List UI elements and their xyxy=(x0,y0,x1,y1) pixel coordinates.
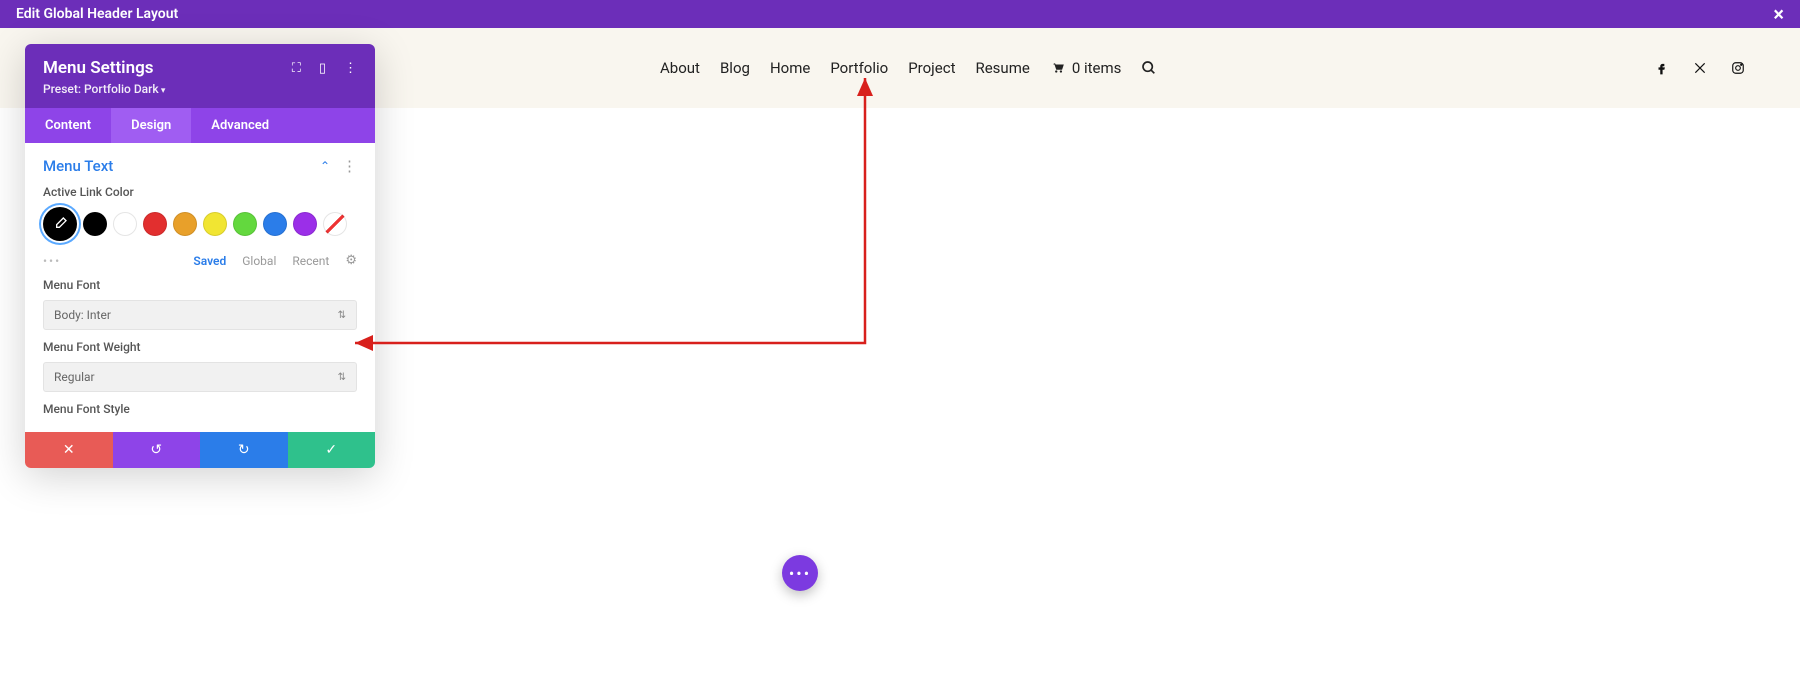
section-label: Menu Text xyxy=(43,157,113,175)
nav-item-blog[interactable]: Blog xyxy=(720,59,750,77)
nav-menu: About Blog Home Portfolio Project Resume… xyxy=(660,59,1157,77)
palette-tab-saved[interactable]: Saved xyxy=(193,254,226,268)
settings-panel: Menu Settings ⛶ ▯ ⋮ Preset: Portfolio Da… xyxy=(25,44,375,468)
panel-body: Menu Text ⌃ ⋮ Active Link Color ••• Save… xyxy=(25,143,375,432)
search-icon[interactable] xyxy=(1141,60,1157,76)
palette-tab-global[interactable]: Global xyxy=(242,254,276,268)
select-arrow-icon: ⇅ xyxy=(338,372,346,383)
drag-handle-icon[interactable]: ••• xyxy=(43,254,61,268)
undo-button[interactable]: ↺ xyxy=(113,432,201,468)
nav-item-about[interactable]: About xyxy=(660,59,700,77)
swatch-red[interactable] xyxy=(143,212,167,236)
nav-item-project[interactable]: Project xyxy=(908,59,955,77)
menu-font-weight-select[interactable]: Regular ⇅ xyxy=(43,362,357,392)
menu-font-weight-value: Regular xyxy=(54,370,95,384)
expand-icon[interactable]: ⛶ xyxy=(292,61,301,76)
swatch-purple[interactable] xyxy=(293,212,317,236)
chevron-up-icon[interactable]: ⌃ xyxy=(320,159,330,173)
tab-advanced[interactable]: Advanced xyxy=(191,108,289,143)
palette-tab-recent[interactable]: Recent xyxy=(292,254,329,268)
cart-link[interactable]: 0 items xyxy=(1050,59,1122,77)
cart-icon xyxy=(1050,61,1066,75)
top-bar: Edit Global Header Layout × xyxy=(0,0,1800,28)
palette-tabs: ••• Saved Global Recent ⚙ xyxy=(43,253,357,268)
label-active-link-color: Active Link Color xyxy=(43,185,357,199)
cancel-button[interactable]: ✕ xyxy=(25,432,113,468)
label-menu-font-style: Menu Font Style xyxy=(43,402,357,416)
x-icon[interactable] xyxy=(1693,61,1707,75)
more-icon[interactable]: ⋮ xyxy=(344,61,357,76)
swatch-blue[interactable] xyxy=(263,212,287,236)
preset-selector[interactable]: Preset: Portfolio Dark xyxy=(43,82,357,96)
columns-icon[interactable]: ▯ xyxy=(319,61,326,76)
floating-action-button[interactable]: ••• xyxy=(782,555,818,591)
cart-label: 0 items xyxy=(1072,59,1122,77)
nav-item-home[interactable]: Home xyxy=(770,59,810,77)
save-button[interactable]: ✓ xyxy=(288,432,376,468)
gear-icon[interactable]: ⚙ xyxy=(345,253,357,268)
panel-footer: ✕ ↺ ↻ ✓ xyxy=(25,432,375,468)
social-icons xyxy=(1655,61,1745,75)
close-icon[interactable]: × xyxy=(1773,4,1784,24)
swatch-black[interactable] xyxy=(83,212,107,236)
redo-button[interactable]: ↻ xyxy=(200,432,288,468)
section-more-icon[interactable]: ⋮ xyxy=(342,157,357,175)
section-menu-text[interactable]: Menu Text ⌃ ⋮ xyxy=(43,157,357,175)
color-swatches xyxy=(43,207,357,241)
swatch-transparent[interactable] xyxy=(323,212,347,236)
instagram-icon[interactable] xyxy=(1731,61,1745,75)
facebook-icon[interactable] xyxy=(1655,61,1669,75)
annotation-arrow xyxy=(330,68,890,358)
swatch-orange[interactable] xyxy=(173,212,197,236)
page-title: Edit Global Header Layout xyxy=(16,6,178,22)
nav-item-resume[interactable]: Resume xyxy=(975,59,1029,77)
select-arrow-icon: ⇅ xyxy=(338,310,346,321)
tab-content[interactable]: Content xyxy=(25,108,111,143)
swatch-yellow[interactable] xyxy=(203,212,227,236)
panel-title: Menu Settings xyxy=(43,58,154,78)
panel-tabs: Content Design Advanced xyxy=(25,108,375,143)
menu-font-value: Body: Inter xyxy=(54,308,111,322)
swatch-white[interactable] xyxy=(113,212,137,236)
label-menu-font: Menu Font xyxy=(43,278,357,292)
menu-font-select[interactable]: Body: Inter ⇅ xyxy=(43,300,357,330)
swatch-green[interactable] xyxy=(233,212,257,236)
tab-design[interactable]: Design xyxy=(111,108,191,143)
nav-item-portfolio[interactable]: Portfolio xyxy=(830,59,888,77)
panel-head: Menu Settings ⛶ ▯ ⋮ Preset: Portfolio Da… xyxy=(25,44,375,108)
label-menu-font-weight: Menu Font Weight xyxy=(43,340,357,354)
color-picker-button[interactable] xyxy=(43,207,77,241)
